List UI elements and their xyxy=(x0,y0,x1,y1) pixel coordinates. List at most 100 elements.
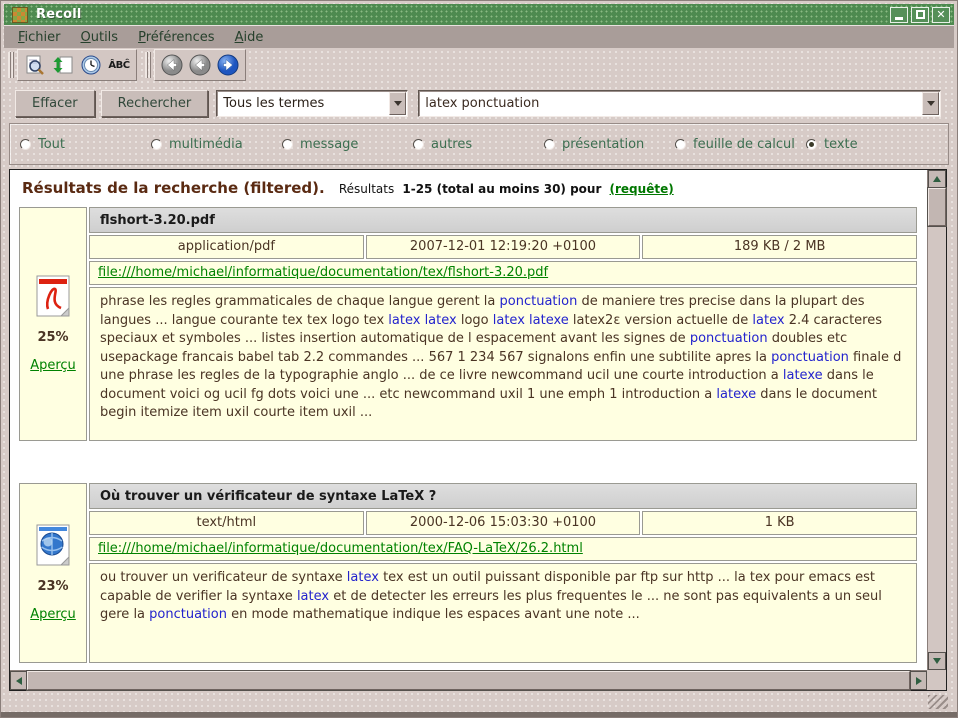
snippet-text: ou trouver un verificateur de syntaxe xyxy=(100,570,347,585)
highlighted-term: latexe xyxy=(529,313,569,328)
horizontal-scroll-track[interactable] xyxy=(27,671,910,690)
result-date: 2000-12-06 15:03:30 +0100 xyxy=(366,511,641,535)
arrow-down-icon xyxy=(933,658,941,664)
highlighted-term: latex xyxy=(297,589,329,604)
recoll-window: Recoll FichierOutilsPréférences Aide xyxy=(0,0,958,718)
result-side-panel: 25% Aperçu xyxy=(19,207,87,441)
result-url-link[interactable]: file:///home/michael/informatique/docume… xyxy=(98,265,548,280)
filter-label: Tout xyxy=(38,137,65,152)
first-page-button[interactable] xyxy=(159,52,185,78)
result-item: 25% Aperçu flshort-3.20.pdf application/… xyxy=(19,207,917,441)
app-icon xyxy=(12,7,28,23)
back-circle-icon xyxy=(160,53,184,77)
menubar: FichierOutilsPréférences Aide xyxy=(4,26,954,48)
preview-link[interactable]: Aperçu xyxy=(30,607,76,622)
preview-link[interactable]: Aperçu xyxy=(30,358,76,373)
previous-page-button[interactable] xyxy=(187,52,213,78)
filter-label: présentation xyxy=(562,137,644,152)
menu-outils[interactable]: Outils xyxy=(73,28,127,47)
result-main: Où trouver un vérificateur de syntaxe La… xyxy=(89,483,917,663)
results-list: Résultats de la recherche (filtered). Ré… xyxy=(10,170,927,670)
menu-préférences[interactable]: Préférences xyxy=(130,28,222,47)
clock-icon xyxy=(80,54,102,76)
scroll-up-button[interactable] xyxy=(928,170,946,188)
search-query-combobox xyxy=(418,90,941,117)
result-title: flshort-3.20.pdf xyxy=(89,207,917,233)
results-pane: Résultats de la recherche (filtered). Ré… xyxy=(9,169,947,691)
query-link[interactable]: (requête) xyxy=(610,182,674,196)
chevron-down-icon xyxy=(927,101,935,106)
maximize-button[interactable] xyxy=(911,7,929,23)
window-resize-grip[interactable] xyxy=(928,695,948,709)
search-button[interactable]: Rechercher xyxy=(101,90,209,117)
combo-dropdown-button[interactable] xyxy=(389,92,406,115)
horizontal-scroll-thumb[interactable] xyxy=(27,671,910,690)
highlighted-term: ponctuation xyxy=(690,331,768,346)
result-date: 2007-12-01 12:19:20 +0100 xyxy=(366,235,641,259)
minimize-button[interactable] xyxy=(890,7,908,23)
result-meta-row: text/html 2000-12-06 15:03:30 +0100 1 KB xyxy=(89,511,917,535)
search-mode-combobox[interactable]: Tous les termes xyxy=(216,90,408,117)
result-main: flshort-3.20.pdf application/pdf 2007-12… xyxy=(89,207,917,441)
term-explorer-button[interactable]: ÂBĈ xyxy=(106,52,132,78)
document-search-icon xyxy=(24,54,46,76)
result-title: Où trouver un vérificateur de syntaxe La… xyxy=(89,483,917,509)
radio-icon xyxy=(675,139,686,150)
abc-icon: ÂBĈ xyxy=(108,60,129,71)
filter-radio-autres[interactable]: autres xyxy=(413,137,544,152)
filter-radio-multimédia[interactable]: multimédia xyxy=(151,137,282,152)
scroll-right-button[interactable] xyxy=(910,671,927,690)
scroll-down-button[interactable] xyxy=(928,652,946,670)
history-button[interactable] xyxy=(78,52,104,78)
snippet-text: en mode mathematique indique les espaces… xyxy=(227,607,640,622)
result-side-panel: 23% Aperçu xyxy=(19,483,87,663)
combo-dropdown-button[interactable] xyxy=(922,92,939,115)
filter-label: feuille de calcul xyxy=(693,137,795,152)
relevance-percent: 25% xyxy=(37,330,68,345)
pdf-file-icon xyxy=(35,275,71,317)
menu-fichier[interactable]: Fichier xyxy=(10,28,69,47)
vertical-scroll-thumb[interactable] xyxy=(928,188,946,226)
result-url-row: file:///home/michael/informatique/docume… xyxy=(89,261,917,285)
menu-aide[interactable]: Aide xyxy=(227,28,272,47)
window-title: Recoll xyxy=(36,7,82,22)
radio-icon xyxy=(544,139,555,150)
html-file-icon xyxy=(35,524,71,566)
radio-icon xyxy=(282,139,293,150)
result-mime: application/pdf xyxy=(89,235,364,259)
maximize-icon xyxy=(916,10,925,19)
highlighted-term: latex xyxy=(425,313,457,328)
clear-button[interactable]: Effacer xyxy=(15,90,95,117)
scrollbar-corner xyxy=(927,670,946,690)
toolbar-handle[interactable] xyxy=(145,52,151,78)
scroll-left-button[interactable] xyxy=(10,671,27,690)
search-input[interactable] xyxy=(419,91,921,116)
result-size: 189 KB / 2 MB xyxy=(642,235,917,259)
filter-radio-feuille-de-calcul[interactable]: feuille de calcul xyxy=(675,137,806,152)
filter-radio-présentation[interactable]: présentation xyxy=(544,137,675,152)
chevron-down-icon xyxy=(394,101,402,106)
vertical-scroll-track[interactable] xyxy=(928,188,946,652)
minimize-icon xyxy=(895,17,903,20)
result-snippet: ou trouver un verificateur de syntaxe la… xyxy=(89,563,917,663)
snippet-text: logo xyxy=(457,313,493,328)
filter-radio-tout[interactable]: Tout xyxy=(20,137,151,152)
update-index-button[interactable] xyxy=(50,52,76,78)
arrow-left-icon xyxy=(16,677,22,685)
toolbar-handle[interactable] xyxy=(8,52,14,78)
relevance-percent: 23% xyxy=(37,579,68,594)
result-meta-row: application/pdf 2007-12-01 12:19:20 +010… xyxy=(89,235,917,259)
result-size: 1 KB xyxy=(642,511,917,535)
result-url-link[interactable]: file:///home/michael/informatique/docume… xyxy=(98,541,583,556)
titlebar[interactable]: Recoll xyxy=(4,4,954,26)
result-url-row: file:///home/michael/informatique/docume… xyxy=(89,537,917,561)
close-button[interactable] xyxy=(932,7,950,23)
highlighted-term: ponctuation xyxy=(771,350,849,365)
window-border xyxy=(1,712,957,717)
advanced-search-button[interactable] xyxy=(22,52,48,78)
filter-radio-message[interactable]: message xyxy=(282,137,413,152)
next-page-button[interactable] xyxy=(215,52,241,78)
results-title: Résultats de la recherche (filtered). xyxy=(22,179,325,197)
filter-radio-texte[interactable]: texte xyxy=(806,137,858,152)
vertical-scrollbar xyxy=(927,170,946,670)
